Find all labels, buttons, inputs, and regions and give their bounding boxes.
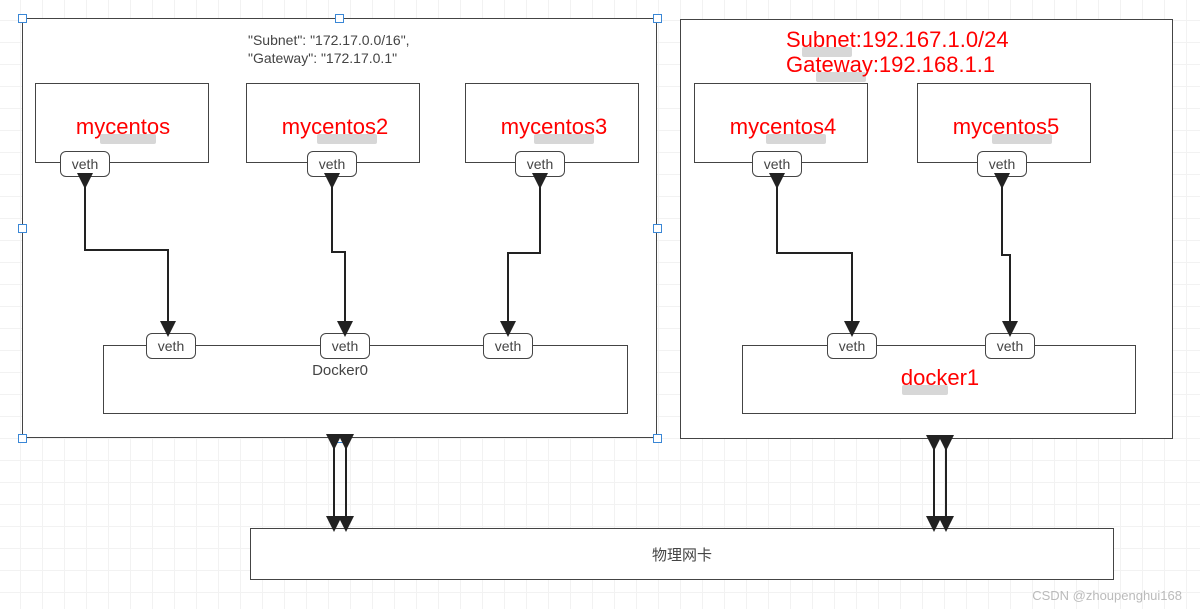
watermark: CSDN @zhoupenghui168 [1032,588,1182,603]
veth-box: veth [977,151,1027,177]
veth-box: veth [752,151,802,177]
group1-config1: "Subnet": "172.17.0.0/16", [248,32,458,48]
veth-box: veth [827,333,877,359]
bridge-label: docker1 [890,365,990,391]
container-label: mycentos3 [479,114,629,140]
veth-box: veth [985,333,1035,359]
veth-box: veth [515,151,565,177]
select-handle [18,224,27,233]
container-label: mycentos2 [260,114,410,140]
select-handle [18,434,27,443]
select-handle [653,14,662,23]
group2-config2: Gateway:192.168.1.1 [786,52,1076,78]
select-handle [335,434,344,443]
group1-config2: "Gateway": "172.17.0.1" [248,50,458,66]
veth-box: veth [483,333,533,359]
physical-nic-label: 物理网卡 [652,544,712,565]
container-label: mycentos5 [931,114,1081,140]
physical-nic-box: 物理网卡 [250,528,1114,580]
select-handle [335,14,344,23]
veth-box: veth [60,151,110,177]
select-handle [653,434,662,443]
group2-config1: Subnet:192.167.1.0/24 [786,27,1076,53]
container-label: mycentos4 [708,114,858,140]
bridge-label: Docker0 [305,362,375,379]
select-handle [18,14,27,23]
select-handle [653,224,662,233]
veth-box: veth [146,333,196,359]
container-label: mycentos [48,114,198,140]
veth-box: veth [320,333,370,359]
veth-box: veth [307,151,357,177]
